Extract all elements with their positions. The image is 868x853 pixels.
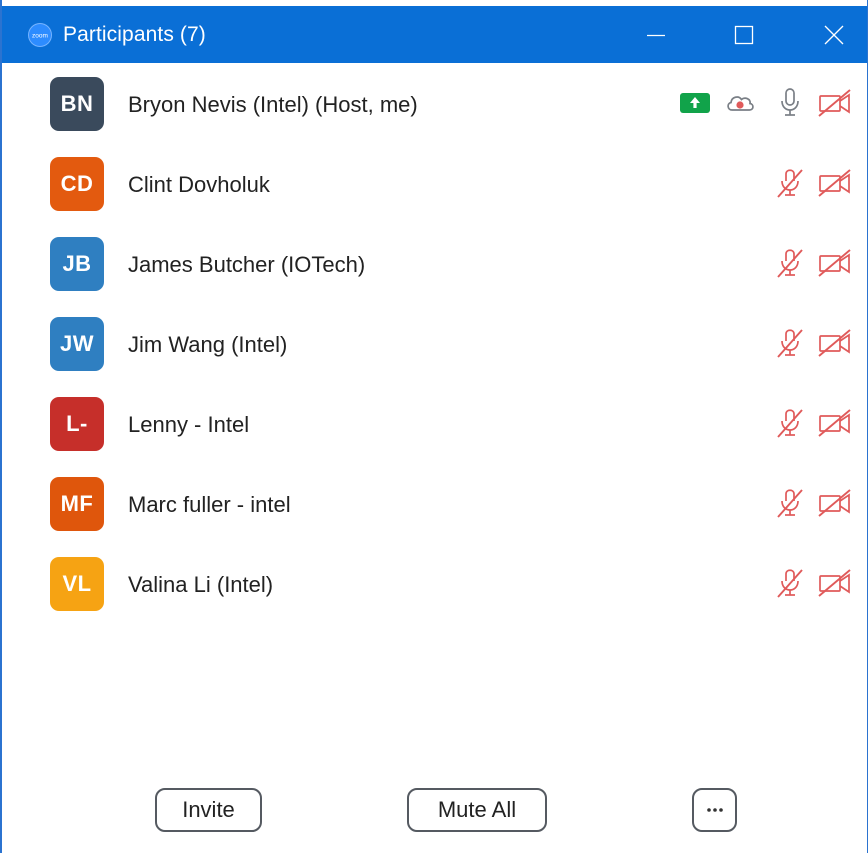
title-bar[interactable]: zoom Participants (7) [2, 6, 867, 63]
avatar: JW [50, 317, 104, 371]
footer-toolbar: Invite Mute All [2, 770, 867, 853]
participant-row[interactable]: JB James Butcher (IOTech) [2, 223, 867, 303]
avatar: BN [50, 77, 104, 131]
participant-row[interactable]: JW Jim Wang (Intel) [2, 303, 867, 383]
cloud-record-icon[interactable] [722, 87, 758, 119]
participant-row[interactable]: MF Marc fuller - intel [2, 463, 867, 543]
svg-text:zoom: zoom [32, 33, 48, 40]
mic-muted-icon[interactable] [772, 247, 808, 279]
close-icon [824, 25, 844, 44]
mute-all-button[interactable]: Mute All [407, 788, 547, 832]
minimize-button[interactable] [620, 6, 692, 63]
participant-name: Lenny - Intel [128, 412, 250, 437]
maximize-icon [734, 25, 754, 44]
participant-name: Clint Dovholuk [128, 172, 270, 197]
invite-button[interactable]: Invite [155, 788, 262, 832]
avatar: VL [50, 557, 104, 611]
video-off-icon[interactable] [817, 407, 853, 439]
avatar: L- [50, 397, 104, 451]
video-off-icon[interactable] [817, 487, 853, 519]
video-off-icon[interactable] [817, 167, 853, 199]
participant-row[interactable]: CD Clint Dovholuk [2, 143, 867, 223]
avatar: CD [50, 157, 104, 211]
more-options-button[interactable] [692, 788, 737, 832]
participant-name: James Butcher (IOTech) [128, 252, 366, 277]
participant-row[interactable]: VL Valina Li (Intel) [2, 543, 867, 623]
participant-name: Bryon Nevis (Intel) (Host, me) [128, 92, 418, 117]
avatar: MF [50, 477, 104, 531]
video-off-icon[interactable] [817, 247, 853, 279]
mic-muted-icon[interactable] [772, 487, 808, 519]
mic-muted-icon[interactable] [772, 567, 808, 599]
zoom-logo-icon: zoom [28, 23, 52, 47]
participant-row[interactable]: BN Bryon Nevis (Intel) (Host, me) [2, 63, 867, 143]
share-screen-icon[interactable] [677, 87, 713, 119]
participant-row[interactable]: L- Lenny - Intel [2, 383, 867, 463]
participant-name: Valina Li (Intel) [128, 572, 274, 597]
mic-muted-icon[interactable] [772, 167, 808, 199]
avatar: JB [50, 237, 104, 291]
participants-window: zoom Participants (7) BN Bryon Nevis (Int… [0, 0, 868, 853]
more-dots-icon [706, 808, 723, 812]
video-off-icon[interactable] [817, 87, 853, 119]
mic-muted-icon[interactable] [772, 407, 808, 439]
mic-muted-icon[interactable] [772, 327, 808, 359]
mic-on-icon[interactable] [772, 87, 808, 119]
participant-name: Marc fuller - intel [128, 492, 291, 517]
window-title: Participants (7) [63, 23, 206, 46]
video-off-icon[interactable] [817, 327, 853, 359]
video-off-icon[interactable] [817, 567, 853, 599]
maximize-button[interactable] [708, 6, 780, 63]
participant-name: Jim Wang (Intel) [128, 332, 288, 357]
close-button[interactable] [798, 6, 867, 63]
minimize-icon [647, 34, 665, 36]
